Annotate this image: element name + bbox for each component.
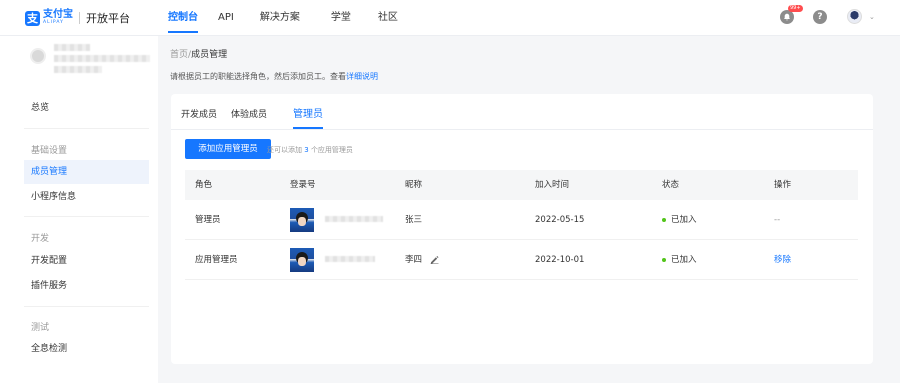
- status-text: 已加入: [671, 255, 697, 265]
- hint-suffix: 个应用管理员: [310, 146, 353, 154]
- redacted-login: [325, 216, 383, 222]
- nav-community[interactable]: 社区: [378, 0, 398, 36]
- add-admin-button[interactable]: 添加应用管理员: [185, 139, 271, 159]
- nav-api[interactable]: API: [218, 0, 234, 36]
- tab-admins[interactable]: 管理员: [293, 94, 324, 129]
- sidebar-item-miniapp-info[interactable]: 小程序信息: [24, 185, 149, 209]
- detail-link[interactable]: 详细说明: [346, 72, 378, 81]
- hint-prefix: 还可以添加: [267, 146, 302, 154]
- th-status: 状态: [662, 180, 680, 190]
- brand-name-cn: 支付宝: [43, 9, 73, 21]
- sidebar-divider: [24, 216, 149, 217]
- table-row: 管理员 张三 2022-05-15 已加入 --: [185, 200, 858, 240]
- sidebar: 总览 基础设置 成员管理 小程序信息 开发 开发配置 插件服务 测试 全息检测: [0, 36, 158, 383]
- info-message: 请根据员工的职能选择角色，然后添加员工。查看: [170, 72, 346, 81]
- cell-nickname: 李四: [405, 255, 423, 265]
- redacted-app-detail: [54, 66, 102, 73]
- nav-console[interactable]: 控制台: [168, 0, 198, 36]
- breadcrumb: 首页/成员管理: [170, 47, 227, 60]
- cell-status: 已加入: [662, 256, 697, 265]
- top-navbar: 支 支付宝 ALIPAY 开放平台 控制台 API 解决方案 学堂 社区 99+…: [0, 0, 900, 36]
- member-avatar: [290, 248, 314, 272]
- cell-joined: 2022-10-01: [535, 255, 585, 265]
- cell-role: 应用管理员: [195, 255, 238, 265]
- user-avatar[interactable]: [847, 9, 862, 24]
- sidebar-item-holo-check[interactable]: 全息检测: [24, 337, 149, 361]
- cell-joined: 2022-05-15: [535, 215, 585, 225]
- notification-badge: 99+: [788, 5, 803, 12]
- cell-status: 已加入: [662, 216, 697, 225]
- th-joined: 加入时间: [535, 180, 570, 190]
- main-nav: 控制台 API 解决方案 学堂 社区: [168, 0, 398, 36]
- status-dot: [662, 217, 666, 222]
- th-role: 角色: [195, 180, 213, 190]
- th-nickname: 昵称: [405, 180, 423, 190]
- status-dot: [662, 257, 666, 262]
- tab-dev-members[interactable]: 开发成员: [181, 94, 217, 129]
- sidebar-group-basic: 基础设置: [31, 146, 68, 156]
- member-avatar: [290, 208, 314, 232]
- members-card: 开发成员 体验成员 管理员 添加应用管理员 还可以添加 3 个应用管理员 角色 …: [171, 94, 873, 364]
- nav-academy[interactable]: 学堂: [331, 0, 351, 36]
- nav-solutions[interactable]: 解决方案: [260, 0, 300, 36]
- sidebar-item-members[interactable]: 成员管理: [24, 160, 149, 184]
- help-icon[interactable]: ?: [813, 10, 827, 24]
- sidebar-divider: [24, 128, 149, 129]
- add-admin-hint: 还可以添加 3 个应用管理员: [267, 145, 353, 155]
- tab-trial-members[interactable]: 体验成员: [231, 94, 267, 129]
- chevron-down-icon[interactable]: ⌄: [869, 13, 875, 21]
- info-text: 请根据员工的职能选择角色，然后添加员工。查看详细说明: [170, 71, 378, 82]
- bell-icon[interactable]: [780, 10, 794, 24]
- remove-link[interactable]: 移除: [774, 256, 791, 265]
- table-header: 角色 登录号 昵称 加入时间 状态 操作: [185, 170, 858, 200]
- cell-action: --: [774, 215, 781, 225]
- cell-nickname: 张三: [405, 215, 423, 225]
- status-text: 已加入: [671, 215, 697, 225]
- redacted-login: [325, 256, 375, 262]
- brand-name-en: ALIPAY: [43, 20, 64, 26]
- redacted-app-id: [54, 55, 150, 62]
- breadcrumb-home[interactable]: 首页: [170, 50, 188, 60]
- tabs-divider: [171, 129, 873, 130]
- redacted-app-name: [54, 44, 90, 51]
- breadcrumb-current: 成员管理: [191, 50, 228, 60]
- th-login: 登录号: [290, 180, 316, 190]
- cell-role: 管理员: [195, 215, 221, 225]
- member-tabs: 开发成员 体验成员 管理员: [181, 94, 337, 129]
- brand-logo[interactable]: 支 支付宝 ALIPAY 开放平台: [25, 9, 130, 27]
- sidebar-group-test: 测试: [31, 323, 50, 333]
- sidebar-item-plugin[interactable]: 插件服务: [24, 274, 149, 298]
- hint-count: 3: [304, 146, 309, 154]
- alipay-logo-icon: 支: [25, 10, 40, 26]
- logo-divider: [79, 12, 80, 24]
- sidebar-item-dev-config[interactable]: 开发配置: [24, 249, 149, 273]
- platform-name: 开放平台: [86, 12, 130, 25]
- edit-icon[interactable]: [430, 255, 439, 267]
- sidebar-divider: [24, 306, 149, 307]
- logo-text: 支付宝 ALIPAY: [43, 10, 73, 26]
- sidebar-group-dev: 开发: [31, 234, 50, 244]
- app-icon: [30, 48, 46, 64]
- sidebar-item-overview[interactable]: 总览: [24, 96, 149, 120]
- th-action: 操作: [774, 180, 792, 190]
- table-row: 应用管理员 李四 2022-10-01 已加入 移除: [185, 240, 858, 280]
